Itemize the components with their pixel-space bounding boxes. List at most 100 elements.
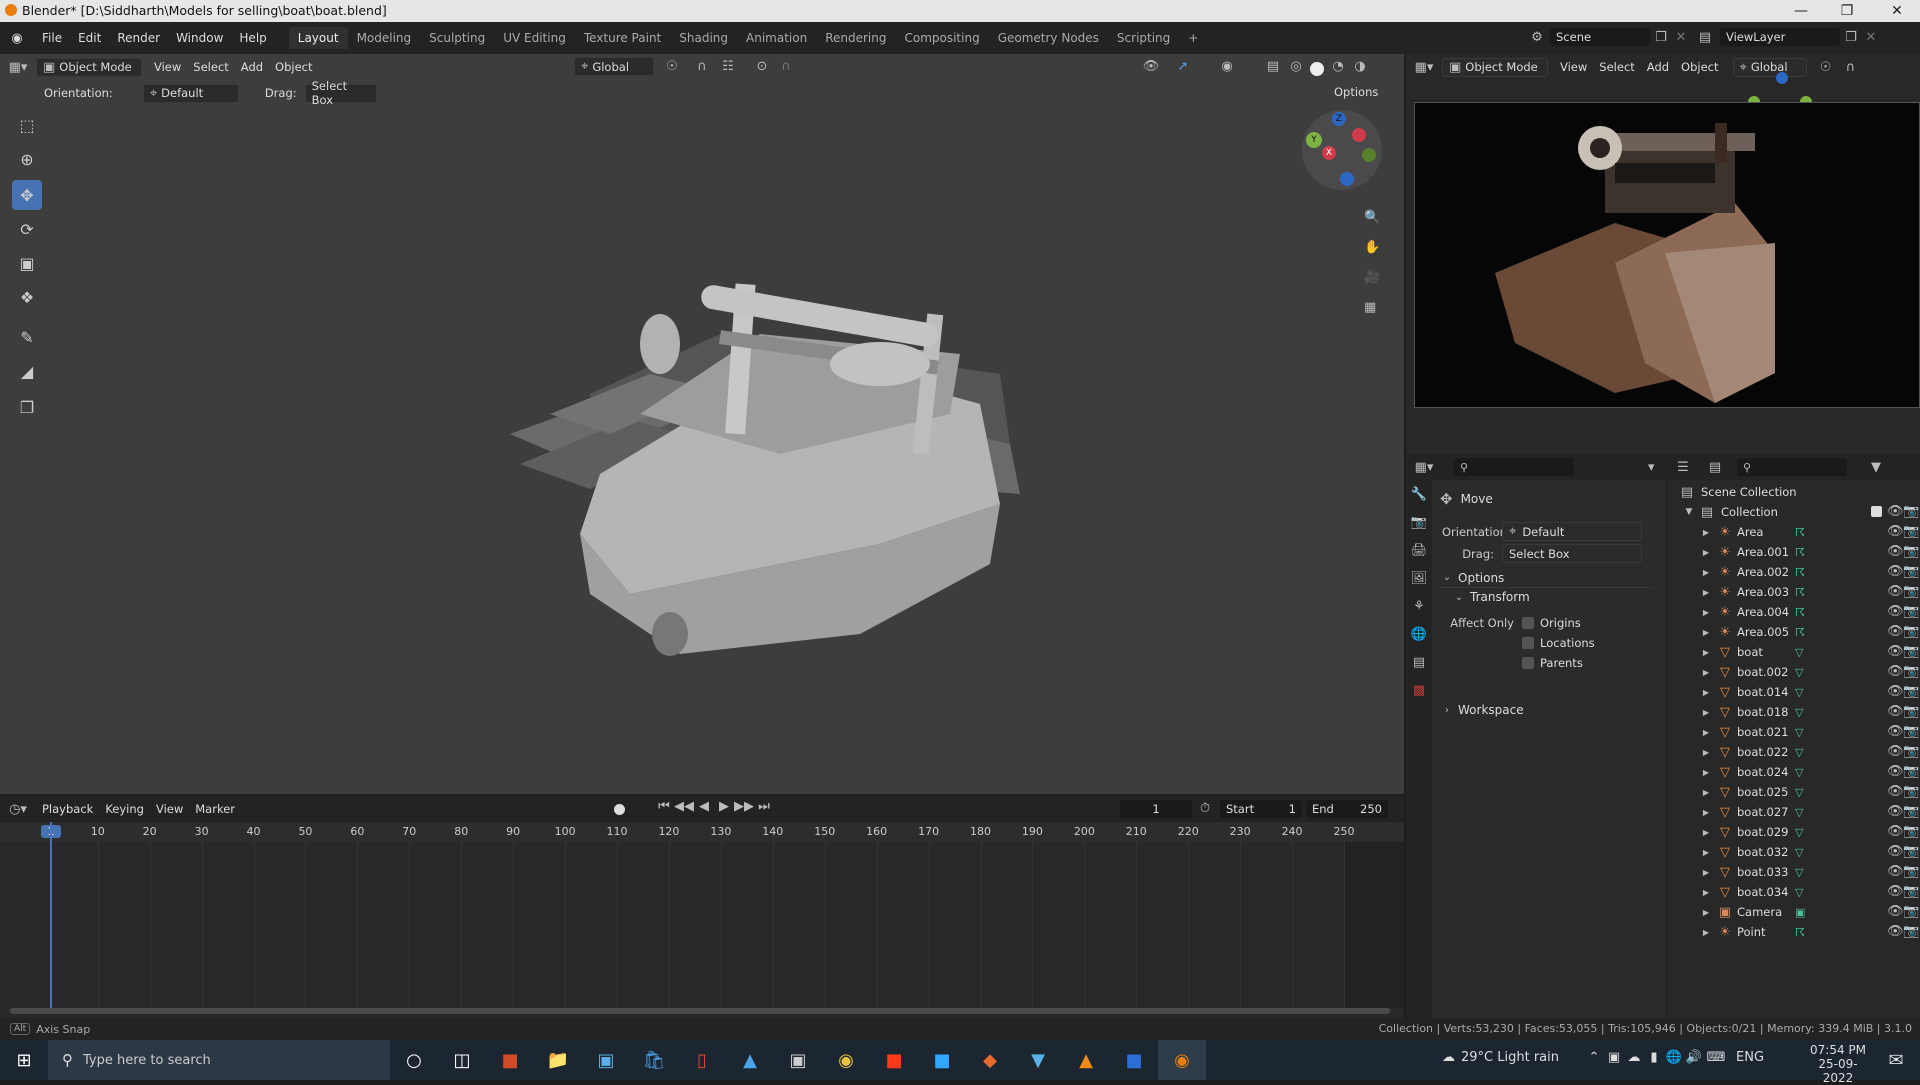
gizmo-x-axis[interactable]: X	[1322, 146, 1336, 160]
expand-icon[interactable]: ▶	[1701, 588, 1711, 597]
preview-snap-icon[interactable]: ∩	[1839, 60, 1863, 75]
tool-tab-icon[interactable]: 🔧	[1406, 480, 1432, 508]
play-icon[interactable]: ▶	[714, 799, 734, 814]
options-dropdown[interactable]: Options	[1328, 82, 1390, 101]
notifications-icon[interactable]: ✉	[1872, 1040, 1920, 1080]
file-explorer-icon[interactable]: 📁	[534, 1040, 582, 1080]
mesh-data-icon[interactable]: ▽	[1795, 846, 1803, 859]
display-mode-icon[interactable]: ▤	[1699, 460, 1731, 475]
new-view-layer-icon[interactable]: ❐	[1840, 30, 1862, 45]
camera-view-icon[interactable]: 🎥	[1364, 264, 1380, 290]
outliner-item[interactable]: ▶ ▽ boat.002 ▽ 👁 📷	[1667, 662, 1920, 682]
tab-modeling[interactable]: Modeling	[348, 27, 421, 49]
vlc-icon[interactable]: ▲	[1062, 1040, 1110, 1080]
expand-icon[interactable]: ▶	[1701, 708, 1711, 717]
visibility-eye-icon[interactable]: 👁	[1887, 924, 1904, 939]
expand-icon[interactable]: ▶	[1701, 748, 1711, 757]
outliner-item[interactable]: ▶ ☀ Point ☈ 👁 📷	[1667, 922, 1920, 942]
render-camera-icon[interactable]: 📷	[1903, 784, 1919, 799]
outliner-item[interactable]: ▶ ▽ boat.029 ▽ 👁 📷	[1667, 822, 1920, 842]
photoshop-icon[interactable]: ■	[918, 1040, 966, 1080]
visibility-eye-icon[interactable]: 👁	[1887, 564, 1904, 579]
view-layer-icon[interactable]: ▤	[1690, 30, 1720, 45]
preview-pivot-icon[interactable]: ☉	[1813, 60, 1839, 75]
transform-tool-icon[interactable]: ❖	[12, 282, 42, 312]
expand-icon[interactable]: ▶	[1701, 908, 1711, 917]
mesh-data-icon[interactable]: ▽	[1795, 746, 1803, 759]
visibility-eye-icon[interactable]: 👁	[1887, 904, 1904, 919]
visibility-eye-icon[interactable]: 👁	[1887, 804, 1904, 819]
render-camera-icon[interactable]: 📷	[1903, 904, 1919, 919]
render-camera-icon[interactable]: 📷	[1903, 544, 1919, 559]
preview-gizmo-z[interactable]	[1776, 72, 1788, 84]
render-camera-icon[interactable]: 📷	[1903, 584, 1919, 599]
visibility-eye-icon[interactable]: 👁	[1887, 524, 1904, 539]
visibility-eye-icon[interactable]: 👁	[1887, 884, 1904, 899]
preview-range-icon[interactable]: ⏱	[1200, 801, 1210, 816]
visibility-eye-icon[interactable]: 👁	[1887, 784, 1904, 799]
jump-keyframe-back-icon[interactable]: ◀◀	[674, 799, 694, 814]
expand-icon[interactable]: ▶	[1701, 808, 1711, 817]
visibility-eye-icon[interactable]: 👁	[1887, 864, 1904, 879]
chrome-icon[interactable]: ◉	[822, 1040, 870, 1080]
material-shading-icon[interactable]: ◔	[1328, 59, 1348, 74]
outliner-item[interactable]: ▶ ▽ boat.032 ▽ 👁 📷	[1667, 842, 1920, 862]
keyboard-icon[interactable]: ⌨	[1704, 1050, 1728, 1065]
timeline-scrollbar[interactable]	[10, 1008, 1390, 1014]
timeline-editor-type-icon[interactable]: ◷▾	[0, 802, 36, 817]
timeline-view-menu[interactable]: View	[150, 799, 189, 819]
play-reverse-icon[interactable]: ◀	[694, 799, 714, 814]
pc-manager-icon[interactable]: ▣	[774, 1040, 822, 1080]
solid-shading-icon[interactable]	[1310, 62, 1324, 76]
onedrive-icon[interactable]: ☁	[1624, 1050, 1644, 1065]
3d-viewport[interactable]: ▦▾ ▣ Object Mode View Select Add Object ⌖…	[0, 54, 1404, 794]
end-frame-field[interactable]: End 250	[1306, 800, 1388, 818]
timeline-area[interactable]	[0, 842, 1404, 1008]
mesh-data-icon[interactable]: ▽	[1795, 886, 1803, 899]
jump-start-icon[interactable]: ⏮	[654, 799, 674, 814]
light-data-icon[interactable]: ☈	[1795, 546, 1805, 559]
outliner-item[interactable]: ▶ ☀ Area ☈ 👁 📷	[1667, 522, 1920, 542]
scale-tool-icon[interactable]: ▣	[12, 248, 42, 278]
expand-icon[interactable]: ▶	[1701, 628, 1711, 637]
expand-icon[interactable]: ▶	[1701, 888, 1711, 897]
visibility-eye-icon[interactable]: 👁	[1887, 644, 1904, 659]
select-box-tool-icon[interactable]: ⬚	[12, 110, 42, 140]
editor-type-icon[interactable]: ▦▾	[0, 60, 36, 75]
mesh-data-icon[interactable]: ▽	[1795, 766, 1803, 779]
render-camera-icon[interactable]: 📷	[1903, 704, 1919, 719]
output-tab-icon[interactable]: 🖨	[1406, 536, 1432, 564]
expand-icon[interactable]: ▶	[1701, 548, 1711, 557]
collection-expand-icon[interactable]: ▼	[1683, 507, 1695, 517]
visibility-eye-icon[interactable]: 👁	[1887, 584, 1904, 599]
app-icon[interactable]: ▲	[726, 1040, 774, 1080]
expand-icon[interactable]: ▶	[1701, 768, 1711, 777]
mesh-data-icon[interactable]: ▽	[1795, 866, 1803, 879]
falloff-icon[interactable]: ∩	[774, 59, 798, 74]
render-camera-icon[interactable]: 📷	[1903, 664, 1919, 679]
view-layer-field[interactable]: ViewLayer	[1720, 28, 1840, 46]
light-data-icon[interactable]: ☈	[1795, 626, 1805, 639]
drag-dropdown[interactable]: Select Box	[304, 79, 377, 107]
visibility-eye-icon[interactable]: 👁	[1887, 664, 1904, 679]
current-frame-field[interactable]: 1	[1120, 800, 1192, 818]
light-data-icon[interactable]: ☈	[1795, 586, 1805, 599]
scene-collection-row[interactable]: ▤ Scene Collection	[1667, 482, 1920, 502]
light-data-icon[interactable]: ☈	[1795, 926, 1805, 939]
outliner-item[interactable]: ▶ ▽ boat.025 ▽ 👁 📷	[1667, 782, 1920, 802]
expand-icon[interactable]: ▶	[1701, 868, 1711, 877]
illustrator-icon[interactable]: ■	[870, 1040, 918, 1080]
render-camera-icon[interactable]: 📷	[1903, 724, 1919, 739]
show-hidden-icons-icon[interactable]: ⌃	[1584, 1050, 1604, 1065]
tab-geometry-nodes[interactable]: Geometry Nodes	[989, 27, 1108, 49]
collection-render-icon[interactable]: 📷	[1903, 504, 1919, 519]
frame-ruler[interactable]: 1102030405060708090100110120130140150160…	[0, 822, 1404, 842]
render-camera-icon[interactable]: 📷	[1903, 884, 1919, 899]
expand-icon[interactable]: ▶	[1701, 528, 1711, 537]
volume-icon[interactable]: 🔊	[1684, 1050, 1704, 1065]
photos-icon[interactable]: ▣	[582, 1040, 630, 1080]
outliner-item[interactable]: ▶ ☀ Area.004 ☈ 👁 📷	[1667, 602, 1920, 622]
meet-icon[interactable]: ▣	[1604, 1050, 1624, 1065]
transform-subpanel-header[interactable]: ⌄ Transform	[1452, 590, 1530, 604]
props-search-input[interactable]: ⚲	[1454, 458, 1574, 476]
